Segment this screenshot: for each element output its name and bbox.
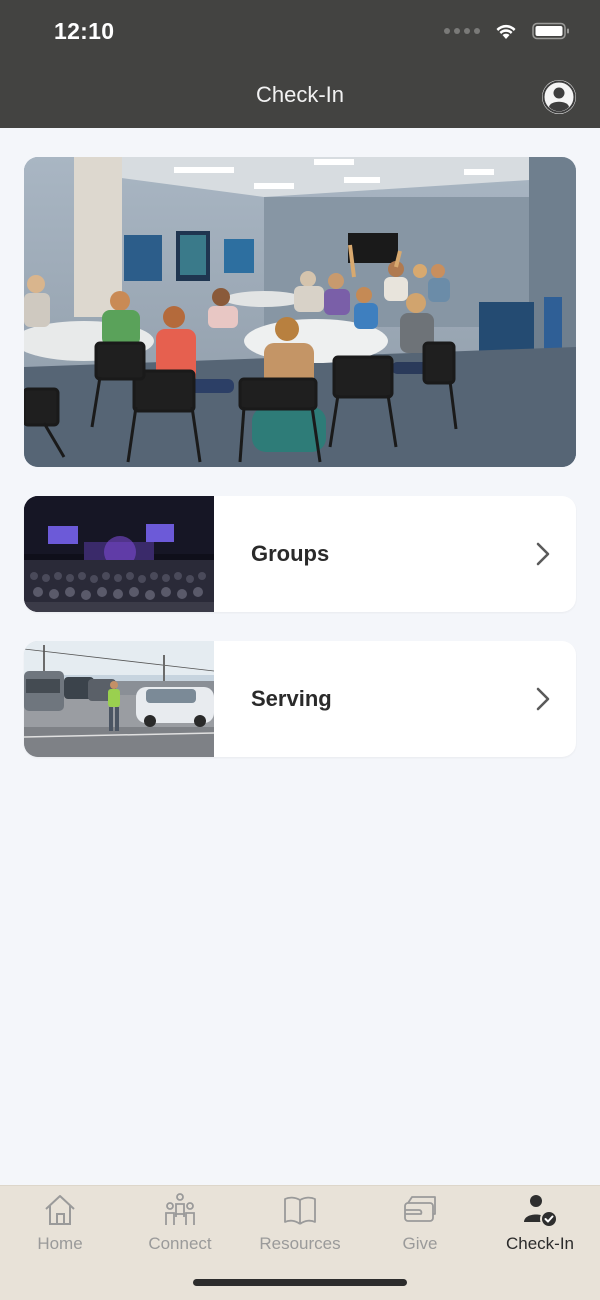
serving-label: Serving <box>251 686 332 711</box>
user-avatar-icon <box>542 80 576 114</box>
tab-connect-label: Connect <box>148 1234 212 1253</box>
status-time: 12:10 <box>54 18 115 44</box>
people-icon <box>165 1193 195 1225</box>
serving-card[interactable]: Serving <box>24 641 576 757</box>
tab-home-label: Home <box>37 1234 83 1253</box>
parking-lot-volunteer-photo <box>24 641 214 757</box>
tab-connect[interactable]: Connect <box>120 1186 240 1266</box>
header: 12:10 Check-In <box>0 0 600 128</box>
kids-classroom-photo <box>24 157 576 467</box>
tab-check-in-label: Check-In <box>505 1234 575 1253</box>
tab-home[interactable]: Home <box>0 1186 120 1266</box>
page-title: Check-In <box>255 82 345 107</box>
groups-label: Groups <box>251 541 330 566</box>
chevron-right-icon <box>536 542 550 566</box>
cellular-signal-icon <box>444 28 480 34</box>
check-in-person-icon <box>524 1195 558 1228</box>
groups-thumbnail <box>24 496 214 612</box>
battery-icon <box>532 22 569 40</box>
tab-give-label: Give <box>402 1234 438 1253</box>
book-icon <box>284 1196 316 1225</box>
worship-auditorium-photo <box>24 496 214 612</box>
hero-image[interactable] <box>24 157 576 467</box>
wallet-icon <box>404 1196 436 1222</box>
serving-thumbnail <box>24 641 214 757</box>
tab-give[interactable]: Give <box>360 1186 480 1266</box>
home-icon <box>45 1195 75 1225</box>
wifi-icon <box>496 24 516 39</box>
profile-button[interactable] <box>542 80 576 114</box>
status-icons <box>444 22 570 40</box>
chevron-right-icon <box>536 687 550 711</box>
groups-card[interactable]: Groups <box>24 496 576 612</box>
tab-resources[interactable]: Resources <box>240 1186 360 1266</box>
home-indicator[interactable] <box>193 1279 407 1286</box>
tab-check-in[interactable]: Check-In <box>480 1186 600 1266</box>
tab-resources-label: Resources <box>259 1234 341 1253</box>
